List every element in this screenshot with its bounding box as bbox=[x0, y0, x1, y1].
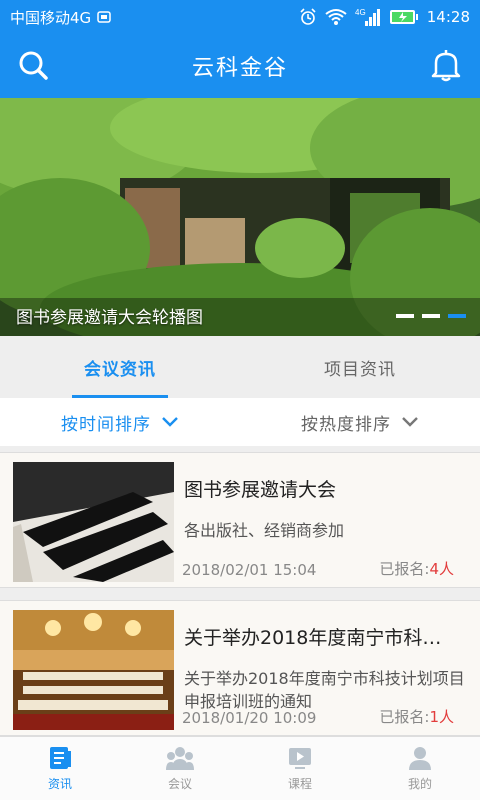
conference-hall-thumbnail bbox=[13, 610, 174, 730]
signup-label: 已报名: bbox=[379, 560, 430, 578]
nav-meeting-label: 会议 bbox=[167, 777, 192, 791]
alarm-icon bbox=[299, 8, 317, 26]
nav-course-label: 课程 bbox=[287, 777, 312, 791]
bell-icon bbox=[431, 50, 461, 82]
nav-meeting[interactable]: 会议 bbox=[120, 737, 240, 800]
chevron-down-icon bbox=[162, 417, 178, 427]
news-icon bbox=[50, 747, 71, 769]
nav-profile-label: 我的 bbox=[407, 777, 432, 791]
nav-news[interactable]: 资讯 bbox=[0, 737, 120, 800]
signup-count: 4人 bbox=[429, 560, 454, 578]
sort-by-popularity-label: 按热度排序 bbox=[301, 414, 391, 435]
nav-course[interactable]: 课程 bbox=[240, 737, 360, 800]
banner-caption: 图书参展邀请大会轮播图 bbox=[16, 308, 203, 328]
page-title: 云科金谷 bbox=[191, 56, 288, 81]
carrier-label: 中国移动4G bbox=[10, 8, 92, 27]
notifications-button[interactable] bbox=[430, 48, 462, 82]
item-title: 图书参展邀请大会 bbox=[184, 479, 337, 501]
bottom-nav: 资讯 会议 课程 我的 bbox=[0, 736, 480, 800]
banner-image bbox=[0, 98, 480, 336]
carousel-indicator bbox=[396, 314, 466, 318]
chevron-down-icon bbox=[402, 417, 418, 427]
tab-meeting-news[interactable]: 会议资讯 bbox=[0, 336, 240, 398]
piano-thumbnail bbox=[13, 462, 174, 582]
carousel-dot-active[interactable] bbox=[448, 314, 466, 318]
nav-news-label: 资讯 bbox=[47, 777, 72, 791]
signup-info: 已报名:1人 bbox=[379, 706, 454, 727]
signup-label: 已报名: bbox=[379, 708, 430, 726]
item-title: 关于举办2018年度南宁市科… bbox=[184, 627, 442, 649]
search-icon bbox=[19, 51, 48, 80]
status-bar: 中国移动4G 4G 14:28 bbox=[0, 0, 480, 34]
profile-icon bbox=[409, 747, 431, 770]
tab-project-news[interactable]: 项目资讯 bbox=[240, 336, 480, 398]
list-item[interactable]: 图书参展邀请大会 各出版社、经销商参加 2018/02/01 15:04 已报名… bbox=[0, 452, 480, 588]
signup-info: 已报名:4人 bbox=[379, 558, 454, 579]
category-tabs: 会议资讯 项目资讯 bbox=[0, 336, 480, 398]
wifi-icon bbox=[325, 8, 347, 26]
sort-by-time[interactable]: 按时间排序 bbox=[0, 410, 240, 435]
app-bar: 云科金谷 bbox=[0, 34, 480, 98]
battery-icon bbox=[389, 9, 419, 25]
sim-icon bbox=[97, 10, 111, 24]
meeting-icon bbox=[166, 747, 194, 770]
sort-by-time-label: 按时间排序 bbox=[61, 414, 151, 435]
network-type-label: 4G bbox=[355, 8, 366, 17]
banner-carousel[interactable]: 图书参展邀请大会轮播图 bbox=[0, 98, 480, 336]
sort-by-popularity[interactable]: 按热度排序 bbox=[240, 410, 480, 435]
item-date: 2018/02/01 15:04 bbox=[182, 561, 317, 579]
signup-count: 1人 bbox=[429, 708, 454, 726]
signal-icon: 4G bbox=[355, 7, 381, 27]
clock-label: 14:28 bbox=[426, 8, 470, 26]
search-button[interactable] bbox=[18, 50, 50, 82]
item-description: 各出版社、经销商参加 bbox=[184, 521, 345, 540]
carousel-dot[interactable] bbox=[396, 314, 414, 318]
nav-profile[interactable]: 我的 bbox=[360, 737, 480, 800]
item-date: 2018/01/20 10:09 bbox=[182, 709, 317, 727]
carousel-dot[interactable] bbox=[422, 314, 440, 318]
list-item[interactable]: 关于举办2018年度南宁市科… 关于举办2018年度南宁市科技计划项目申报培训班… bbox=[0, 600, 480, 736]
sort-bar: 按时间排序 按热度排序 bbox=[0, 398, 480, 446]
course-icon bbox=[289, 748, 311, 769]
